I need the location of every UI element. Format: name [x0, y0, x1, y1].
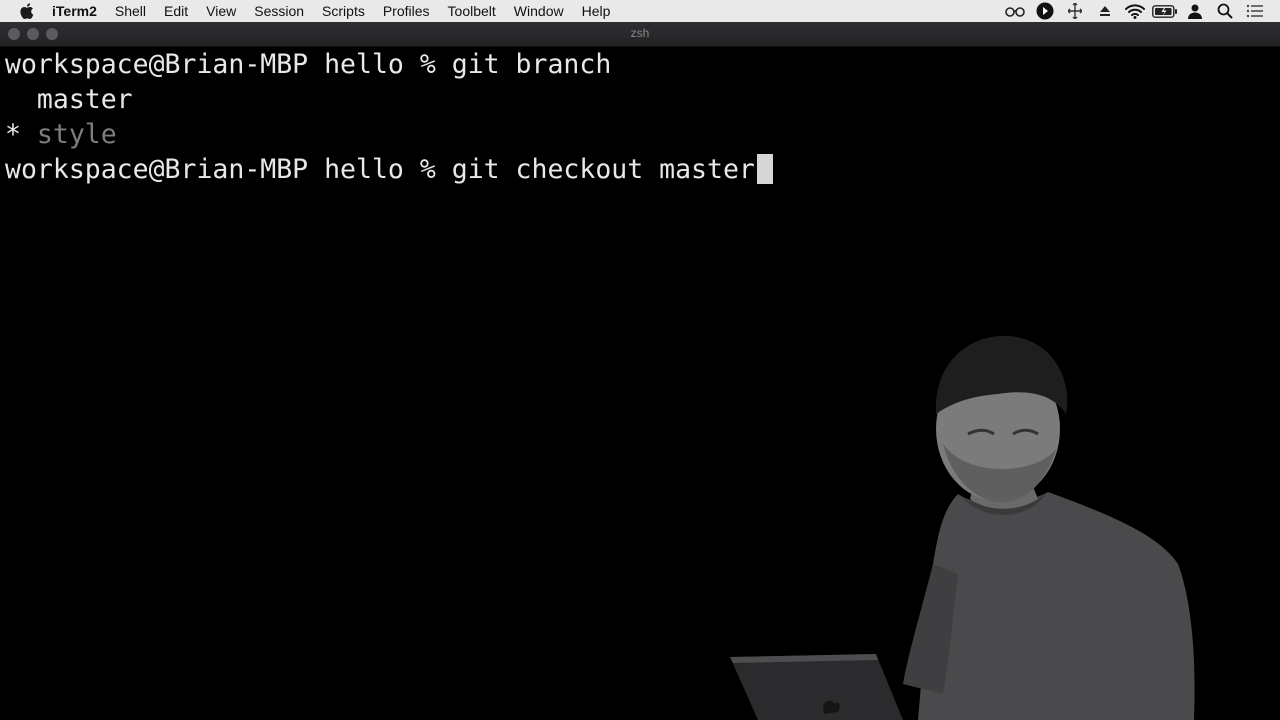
command-text: git branch: [451, 49, 612, 80]
menu-toolbelt[interactable]: Toolbelt: [448, 3, 496, 19]
current-branch-marker: *: [5, 119, 37, 150]
battery-icon[interactable]: [1150, 0, 1180, 22]
play-circle-icon[interactable]: [1030, 0, 1060, 22]
presenter-video-overlay: [730, 335, 1195, 720]
menu-shell[interactable]: Shell: [115, 3, 146, 19]
list-icon[interactable]: [1240, 0, 1270, 22]
wifi-icon[interactable]: [1120, 0, 1150, 22]
status-area: [1000, 0, 1270, 22]
menu-session[interactable]: Session: [254, 3, 304, 19]
text-cursor: [756, 154, 773, 184]
command-input[interactable]: git checkout master: [452, 154, 755, 185]
terminal-line: workspace@Brian-MBP hello % git checkout…: [5, 152, 773, 187]
menu-profiles[interactable]: Profiles: [383, 3, 430, 19]
branch-name: master: [5, 84, 133, 115]
apple-icon[interactable]: [20, 3, 34, 19]
current-branch-name: style: [36, 119, 117, 150]
user-icon[interactable]: [1180, 0, 1210, 22]
menu-scripts[interactable]: Scripts: [322, 3, 365, 19]
menu-window[interactable]: Window: [514, 3, 564, 19]
window-title-bar[interactable]: zsh: [0, 22, 1280, 47]
menu-view[interactable]: View: [206, 3, 236, 19]
window-title: zsh: [630, 26, 650, 40]
menu-edit[interactable]: Edit: [164, 3, 188, 19]
terminal-line: * style: [5, 117, 117, 152]
terminal-line: workspace@Brian-MBP hello % git branch: [5, 47, 611, 82]
menu-help[interactable]: Help: [582, 3, 611, 19]
menu-bar: iTerm2 Shell Edit View Session Scripts P…: [0, 0, 1280, 22]
menu-app-name[interactable]: iTerm2: [52, 3, 97, 19]
prompt: workspace@Brian-MBP hello %: [5, 154, 452, 185]
prompt: workspace@Brian-MBP hello %: [5, 49, 452, 80]
glasses-icon[interactable]: [1000, 0, 1030, 22]
search-icon[interactable]: [1210, 0, 1240, 22]
move-icon[interactable]: [1060, 0, 1090, 22]
terminal-line: master: [5, 82, 133, 117]
eject-icon[interactable]: [1090, 0, 1120, 22]
